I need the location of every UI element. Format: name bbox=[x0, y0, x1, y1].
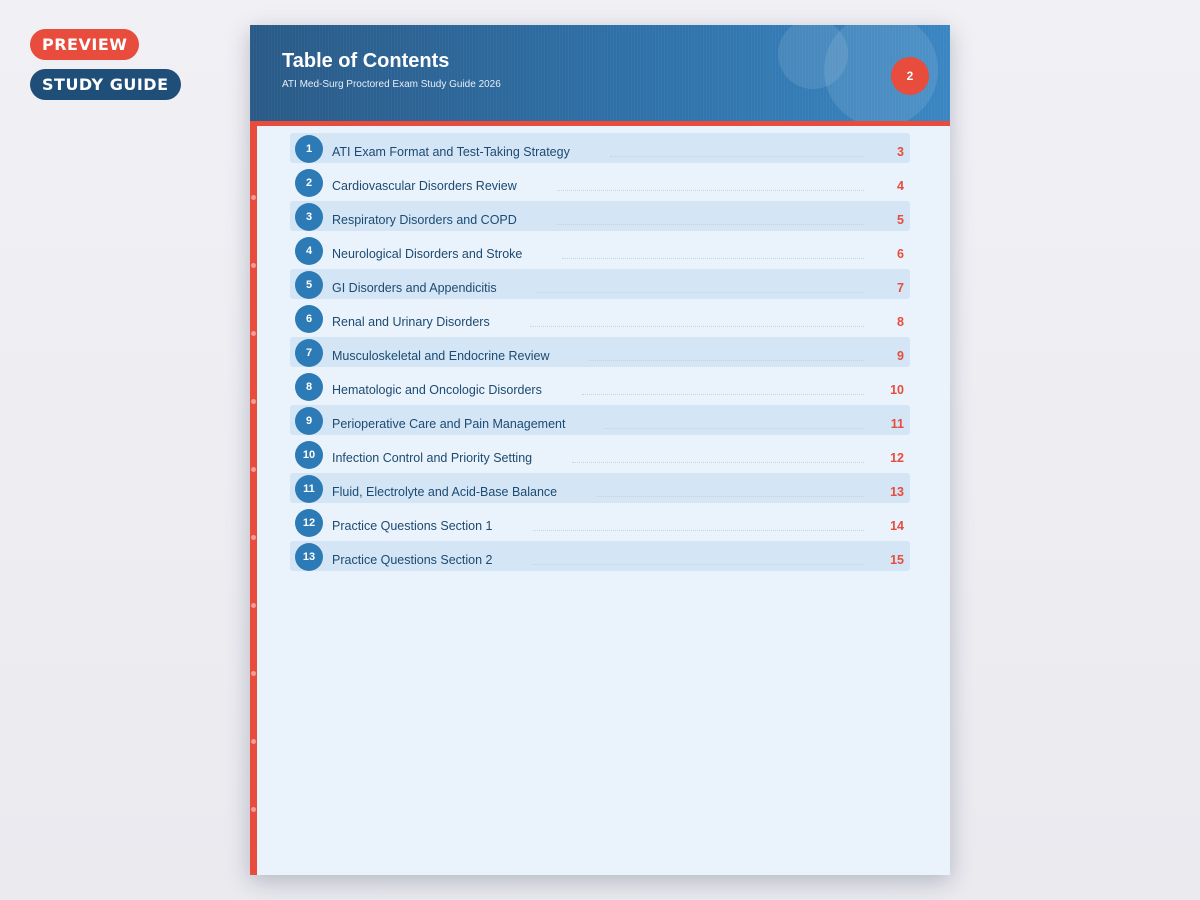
toc-entry-page-number: 13 bbox=[890, 485, 904, 499]
toc-entry-page-number: 6 bbox=[897, 247, 904, 261]
toc-entry-page-number: 11 bbox=[890, 417, 904, 431]
toc-entry-title: Respiratory Disorders and COPD bbox=[332, 213, 517, 227]
toc-entry[interactable]: 4 Neurological Disorders and Stroke 6 bbox=[290, 235, 910, 265]
toc-entry[interactable]: 13 Practice Questions Section 2 15 bbox=[290, 541, 910, 571]
toc-entry-title: Infection Control and Priority Setting bbox=[332, 451, 533, 465]
toc-entry-title: Practice Questions Section 1 bbox=[332, 519, 493, 533]
toc-entry[interactable]: 12 Practice Questions Section 1 14 bbox=[290, 507, 910, 537]
toc-dot-leader bbox=[597, 496, 864, 497]
toc-entry-title: Practice Questions Section 2 bbox=[332, 553, 493, 567]
toc-entry-number: 6 bbox=[295, 305, 323, 333]
toc-entry-title: GI Disorders and Appendicitis bbox=[332, 281, 497, 295]
toc-entry[interactable]: 5 GI Disorders and Appendicitis 7 bbox=[290, 269, 910, 299]
toc-dot-leader bbox=[557, 224, 864, 225]
toc-entry-page-number: 3 bbox=[897, 145, 904, 159]
toc-entry-title: Hematologic and Oncologic Disorders bbox=[332, 383, 542, 397]
toc-entry-title: Cardiovascular Disorders Review bbox=[332, 179, 517, 193]
toc-entry-number: 12 bbox=[295, 509, 323, 537]
toc-entry[interactable]: 6 Renal and Urinary Disorders 8 bbox=[290, 303, 910, 333]
toc-entry-number: 1 bbox=[295, 135, 323, 163]
preview-badge: PREVIEW bbox=[30, 29, 140, 60]
toc-dot-leader bbox=[589, 360, 864, 361]
toc-entry[interactable]: 3 Respiratory Disorders and COPD 5 bbox=[290, 201, 910, 231]
toc-entry-title: ATI Exam Format and Test-Taking Strategy bbox=[332, 145, 570, 159]
spine-dot bbox=[251, 195, 256, 200]
toc-dot-leader bbox=[610, 156, 864, 157]
spine-dot bbox=[251, 535, 256, 540]
toc-entry-title: Fluid, Electrolyte and Acid-Base Balance bbox=[332, 485, 558, 499]
page-subtitle: ATI Med-Surg Proctored Exam Study Guide … bbox=[282, 79, 501, 90]
page-number-badge: 2 bbox=[891, 57, 929, 95]
toc-dot-leader bbox=[557, 190, 864, 191]
toc-list: 1 ATI Exam Format and Test-Taking Strateg… bbox=[290, 133, 910, 575]
spine-dot bbox=[251, 671, 256, 676]
toc-entry-title: Neurological Disorders and Stroke bbox=[332, 247, 523, 261]
study-guide-badge: STUDY GUIDE bbox=[30, 69, 181, 100]
toc-entry[interactable]: 2 Cardiovascular Disorders Review 4 bbox=[290, 167, 910, 197]
spine-dot bbox=[251, 263, 256, 268]
spine-dot bbox=[251, 399, 256, 404]
spine-dot bbox=[251, 739, 256, 744]
toc-entry-number: 3 bbox=[295, 203, 323, 231]
toc-entry-page-number: 5 bbox=[897, 213, 904, 227]
toc-entry-page-number: 10 bbox=[890, 383, 904, 397]
toc-dot-leader bbox=[572, 462, 864, 463]
toc-entry-title: Renal and Urinary Disorders bbox=[332, 315, 490, 329]
toc-entry-page-number: 9 bbox=[897, 349, 904, 363]
toc-entry-number: 2 bbox=[295, 169, 323, 197]
toc-entry-title: Musculoskeletal and Endocrine Review bbox=[332, 349, 550, 363]
toc-entry[interactable]: 11 Fluid, Electrolyte and Acid-Base Balan… bbox=[290, 473, 910, 503]
spine-dot bbox=[251, 331, 256, 336]
header-accent-stripe bbox=[250, 121, 950, 126]
left-accent-bar bbox=[250, 121, 257, 875]
toc-entry-number: 8 bbox=[295, 373, 323, 401]
toc-entry-number: 7 bbox=[295, 339, 323, 367]
toc-entry-number: 13 bbox=[295, 543, 323, 571]
spine-dot bbox=[251, 603, 256, 608]
document-page: Table of Contents ATI Med-Surg Proctored… bbox=[250, 25, 950, 875]
toc-entry-page-number: 8 bbox=[897, 315, 904, 329]
toc-dot-leader bbox=[605, 428, 864, 429]
toc-entry-page-number: 14 bbox=[890, 519, 904, 533]
toc-entry[interactable]: 9 Perioperative Care and Pain Management 1… bbox=[290, 405, 910, 435]
toc-dot-leader bbox=[530, 326, 864, 327]
toc-dot-leader bbox=[533, 564, 864, 565]
toc-entry-page-number: 15 bbox=[890, 553, 904, 567]
page-title: Table of Contents bbox=[282, 50, 450, 72]
toc-entry-page-number: 4 bbox=[897, 179, 904, 193]
spine-dot bbox=[251, 467, 256, 472]
toc-entry-number: 5 bbox=[295, 271, 323, 299]
toc-entry[interactable]: 1 ATI Exam Format and Test-Taking Strateg… bbox=[290, 133, 910, 163]
toc-entry-page-number: 7 bbox=[897, 281, 904, 295]
toc-dot-leader bbox=[562, 258, 864, 259]
toc-entry[interactable]: 8 Hematologic and Oncologic Disorders 10 bbox=[290, 371, 910, 401]
spine-dot bbox=[251, 807, 256, 812]
toc-entry[interactable]: 10 Infection Control and Priority Setting… bbox=[290, 439, 910, 469]
toc-entry[interactable]: 7 Musculoskeletal and Endocrine Review 9 bbox=[290, 337, 910, 367]
toc-entry-title: Perioperative Care and Pain Management bbox=[332, 417, 566, 431]
toc-entry-number: 9 bbox=[295, 407, 323, 435]
toc-dot-leader bbox=[537, 292, 864, 293]
page-header: Table of Contents ATI Med-Surg Proctored… bbox=[250, 25, 950, 121]
toc-entry-page-number: 12 bbox=[890, 451, 904, 465]
toc-entry-number: 11 bbox=[295, 475, 323, 503]
toc-dot-leader bbox=[533, 530, 864, 531]
toc-entry-number: 10 bbox=[295, 441, 323, 469]
toc-entry-number: 4 bbox=[295, 237, 323, 265]
toc-dot-leader bbox=[582, 394, 864, 395]
